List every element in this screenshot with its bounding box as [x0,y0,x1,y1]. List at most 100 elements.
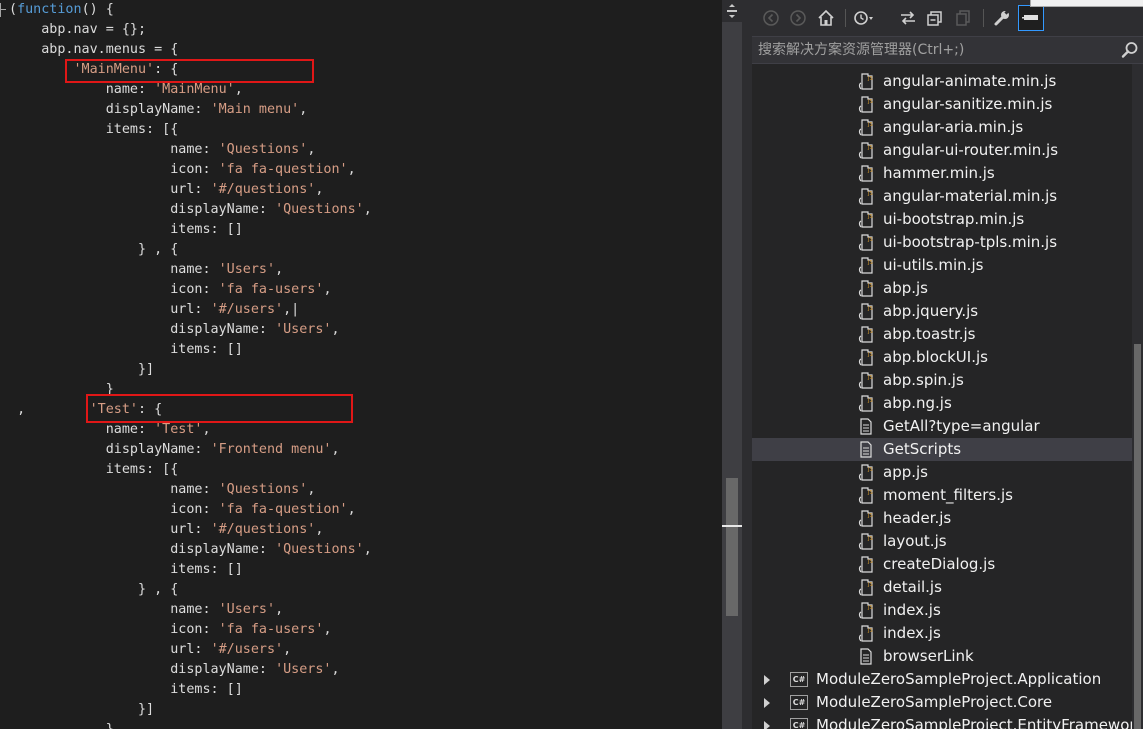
code-line[interactable]: }] [0,700,722,720]
tree-item-project[interactable]: C# ModuleZeroSampleProject.EntityFramewor… [752,714,1132,729]
tree-item-project[interactable]: C# ModuleZeroSampleProject.Application [752,668,1132,691]
code-line[interactable]: displayName: 'Main menu', [0,100,722,120]
tree-item[interactable]: JS angular-ui-router.min.js [752,139,1132,162]
home-icon[interactable] [815,7,837,29]
tree-item[interactable]: JS detail.js [752,576,1132,599]
tree-item[interactable]: JS ui-bootstrap-tpls.min.js [752,231,1132,254]
tree-item[interactable]: JS angular-animate.min.js [752,70,1132,93]
code-line[interactable]: icon: 'fa fa-users', [0,280,722,300]
code-line[interactable]: icon: 'fa fa-question', [0,160,722,180]
tree-item[interactable]: JS header.js [752,507,1132,530]
tree-item[interactable]: JS index.js [752,599,1132,622]
code-text: displayName: [105,102,211,117]
tree-item[interactable]: JS hammer.min.js [752,162,1132,185]
code-line[interactable]: } [0,720,722,729]
tree-item-label: GetAll?type=angular [883,417,1040,435]
fold-marker-icon[interactable] [0,3,12,17]
code-line[interactable]: url: '#/users', [0,640,722,660]
code-line[interactable]: displayName: 'Users', [0,660,722,680]
history-icon[interactable] [853,7,875,29]
tree-item[interactable]: JS app.js [752,461,1132,484]
code-line[interactable]: name: 'Users', [0,260,722,280]
tree-item[interactable]: JS moment_filters.js [752,484,1132,507]
code-text: url: [170,522,211,537]
tree-item[interactable]: JS layout.js [752,530,1132,553]
expand-arrow-icon[interactable] [764,721,770,729]
tree-item[interactable]: JS createDialog.js [752,553,1132,576]
split-editor-icon[interactable] [722,0,742,22]
search-input[interactable] [758,40,1108,60]
code-text: displayName: [170,322,276,337]
solution-explorer-scrollbar[interactable] [1132,64,1143,729]
search-icon[interactable] [1121,41,1139,59]
tree-item[interactable]: JS angular-material.min.js [752,185,1132,208]
code-text: , [323,282,332,297]
forward-icon[interactable] [787,7,809,29]
tree-item[interactable]: GetScripts [752,438,1132,461]
code-line[interactable]: items: [{ [0,120,722,140]
pin-icon[interactable] [1018,5,1044,31]
tree-item-label: abp.blockUI.js [883,348,988,366]
code-line[interactable]: url: '#/questions', [0,520,722,540]
tree-item[interactable]: JS abp.toastr.js [752,323,1132,346]
tree-item[interactable]: JS ui-utils.min.js [752,254,1132,277]
code-line[interactable]: abp.nav = {}; [0,20,722,40]
code-string: 'Main menu' [210,102,300,117]
code-text: items: [] [170,342,243,357]
code-line[interactable]: abp.nav.menus = { [0,40,722,60]
properties-wrench-icon[interactable] [991,7,1013,29]
editor-vertical-scrollbar[interactable] [722,0,742,729]
code-line[interactable]: } , { [0,580,722,600]
panel-splitter[interactable] [742,0,752,729]
code-line[interactable]: icon: 'fa fa-users', [0,620,722,640]
tree-item[interactable]: JS abp.blockUI.js [752,346,1132,369]
tree-item[interactable]: JS angular-aria.min.js [752,116,1132,139]
code-line[interactable]: displayName: 'Frontend menu', [0,440,722,460]
code-line[interactable]: name: 'Users', [0,600,722,620]
code-line[interactable]: name: 'Test', [0,420,722,440]
code-line[interactable]: items: [] [0,220,722,240]
tree-item[interactable]: JS abp.spin.js [752,369,1132,392]
tree-item[interactable]: JS ui-bootstrap.min.js [752,208,1132,231]
editor-scroll-thumb[interactable] [726,478,738,616]
solution-tree[interactable]: JS angular-animate.min.js JS angular-saniti… [752,64,1132,729]
code-line[interactable]: items: [] [0,340,722,360]
code-line[interactable]: items: [{ [0,460,722,480]
code-line[interactable]: name: 'Questions', [0,140,722,160]
tree-item[interactable]: GetAll?type=angular [752,415,1132,438]
solution-explorer-scroll-thumb[interactable] [1134,344,1141,729]
tree-item[interactable]: JS abp.js [752,277,1132,300]
code-line[interactable]: }] [0,360,722,380]
expand-arrow-icon[interactable] [764,675,770,685]
expand-arrow-icon[interactable] [764,698,770,708]
code-line[interactable]: displayName: 'Users', [0,320,722,340]
code-line[interactable]: displayName: 'Questions', [0,540,722,560]
code-line[interactable]: name: 'MainMenu', [0,80,722,100]
code-editor[interactable]: (function() { abp.nav = {}; abp.nav.menu… [0,0,722,729]
tree-item[interactable]: browserLink [752,645,1132,668]
collapse-all-icon[interactable] [924,7,946,29]
tree-item-label: hammer.min.js [883,164,995,182]
code-line[interactable]: icon: 'fa fa-question', [0,500,722,520]
code-line[interactable]: } , { [0,240,722,260]
code-line[interactable]: items: [] [0,680,722,700]
code-line[interactable]: url: '#/users',| [0,300,722,320]
code-line[interactable]: name: 'Questions', [0,480,722,500]
code-line[interactable]: (function() { [0,0,722,20]
tree-item[interactable]: JS index.js [752,622,1132,645]
back-icon[interactable] [760,7,782,29]
code-text: , [275,602,284,617]
code-line[interactable]: url: '#/questions', [0,180,722,200]
tree-item[interactable]: JS angular-sanitize.min.js [752,93,1132,116]
tree-item[interactable]: JS abp.jquery.js [752,300,1132,323]
solution-explorer-search[interactable] [752,36,1143,64]
copy-icon[interactable] [952,7,974,29]
tree-item-label: ui-utils.min.js [883,256,984,274]
sync-icon[interactable] [897,7,919,29]
code-line[interactable]: items: [] [0,560,722,580]
code-line[interactable]: displayName: 'Questions', [0,200,722,220]
tree-item[interactable]: JS abp.ng.js [752,392,1132,415]
code-text: displayName: [170,662,276,677]
tree-item-project[interactable]: C# ModuleZeroSampleProject.Core [752,691,1132,714]
